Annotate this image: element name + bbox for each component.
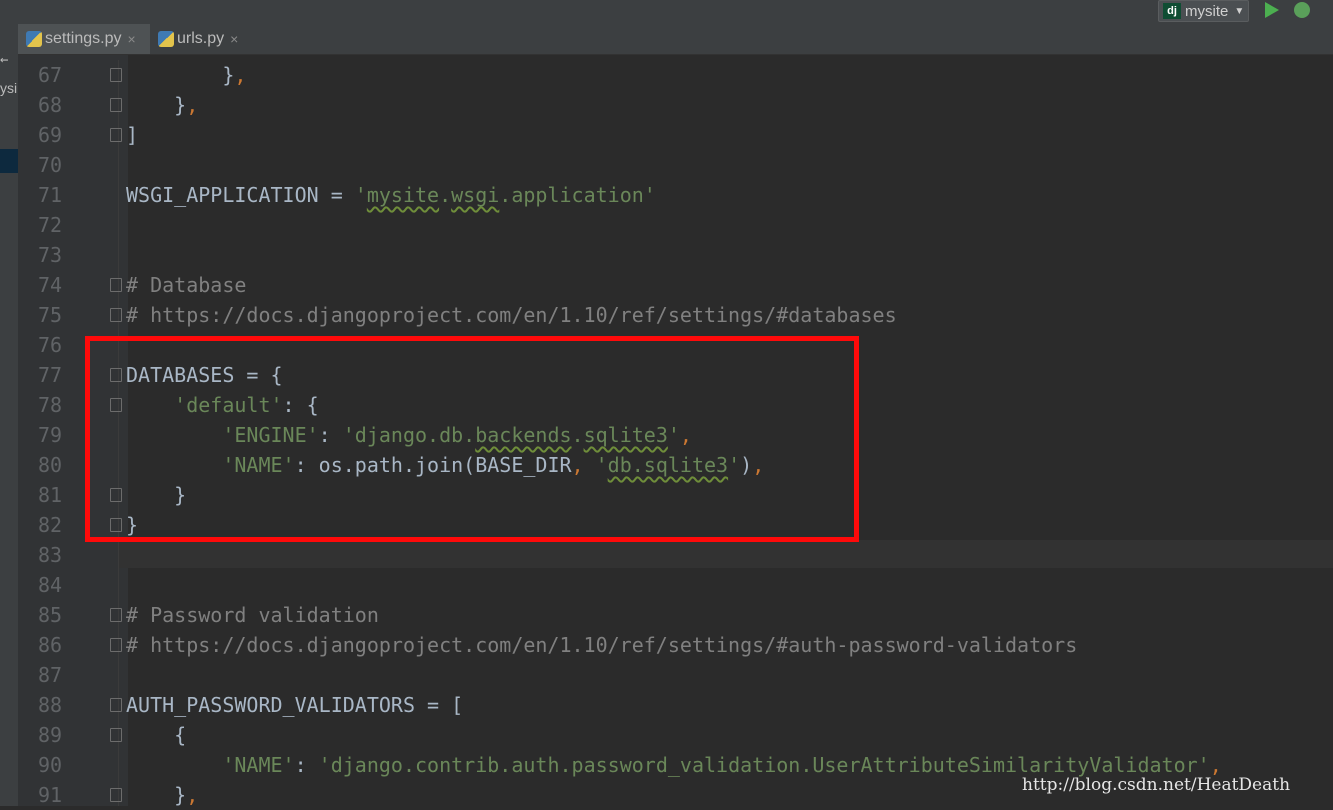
code-text: WSGI_APPLICATION = 'mysite.wsgi.applicat… <box>126 183 656 207</box>
run-configuration-dropdown[interactable]: dj mysite ▼ <box>1158 0 1250 22</box>
top-toolbar: dj mysite ▼ <box>0 0 1333 24</box>
chevron-down-icon: ▼ <box>1234 5 1245 17</box>
code-text: # https://docs.djangoproject.com/en/1.10… <box>126 633 1078 657</box>
line-number: 69 <box>38 123 63 147</box>
code-text: }, <box>126 63 247 87</box>
close-icon[interactable]: × <box>127 31 135 47</box>
line-number: 85 <box>38 603 63 627</box>
code-text: AUTH_PASSWORD_VALIDATORS = [ <box>126 693 464 717</box>
fold-marker-icon[interactable] <box>110 698 122 712</box>
tab-label: urls.py <box>177 30 225 47</box>
code-line-74[interactable]: 74 # Database <box>0 270 1315 300</box>
code-line-89[interactable]: 89 { <box>0 720 1315 750</box>
line-number: 86 <box>38 633 63 657</box>
tab-settings-py[interactable]: settings.py × <box>18 24 150 54</box>
code-line-71[interactable]: 71 WSGI_APPLICATION = 'mysite.wsgi.applic… <box>0 180 1315 210</box>
code-text: # https://docs.djangoproject.com/en/1.10… <box>126 303 897 327</box>
line-number: 68 <box>38 93 63 117</box>
code-line-83[interactable]: 83 <box>0 540 1315 570</box>
fold-marker-icon[interactable] <box>110 728 122 742</box>
line-number: 90 <box>38 753 63 777</box>
line-number: 89 <box>38 723 63 747</box>
editor-tab-bar: settings.py × urls.py × <box>18 24 1333 55</box>
debug-icon[interactable] <box>1294 2 1310 18</box>
line-number: 78 <box>38 393 63 417</box>
django-icon: dj <box>1163 3 1181 19</box>
line-number: 75 <box>38 303 63 327</box>
code-text: # Password validation <box>126 603 379 627</box>
annotation-highlight-box <box>85 336 859 542</box>
line-number: 84 <box>38 573 63 597</box>
line-number: 67 <box>38 63 63 87</box>
python-file-icon <box>26 31 42 47</box>
code-line-75[interactable]: 75 # https://docs.djangoproject.com/en/1.… <box>0 300 1315 330</box>
close-icon[interactable]: × <box>230 31 238 47</box>
line-number: 80 <box>38 453 63 477</box>
tab-label: settings.py <box>45 30 122 47</box>
line-number: 81 <box>38 483 63 507</box>
code-text: ] <box>126 123 139 147</box>
code-text: # Database <box>126 273 247 297</box>
fold-marker-icon[interactable] <box>110 98 122 112</box>
code-line-86[interactable]: 86 # https://docs.djangoproject.com/en/1.… <box>0 630 1315 660</box>
line-number: 87 <box>38 663 63 687</box>
code-line-73[interactable]: 73 <box>0 240 1315 270</box>
line-number: 88 <box>38 693 63 717</box>
line-number: 76 <box>38 333 63 357</box>
tab-urls-py[interactable]: urls.py × <box>150 24 260 54</box>
line-number: 82 <box>38 513 63 537</box>
line-number: 77 <box>38 363 63 387</box>
run-config-label: mysite <box>1185 2 1229 20</box>
python-file-icon <box>158 31 174 47</box>
code-line-85[interactable]: 85 # Password validation <box>0 600 1315 630</box>
code-text: }, <box>126 93 199 117</box>
line-number: 70 <box>38 153 63 177</box>
fold-marker-icon[interactable] <box>110 68 122 82</box>
line-number: 73 <box>38 243 63 267</box>
code-line-69[interactable]: 69] <box>0 120 1315 150</box>
watermark: http://blog.csdn.net/HeatDeath <box>1022 775 1291 795</box>
fold-marker-icon[interactable] <box>110 608 122 622</box>
code-line-68[interactable]: 68 }, <box>0 90 1315 120</box>
code-line-87[interactable]: 87 <box>0 660 1315 690</box>
line-number: 71 <box>38 183 63 207</box>
fold-marker-icon[interactable] <box>110 278 122 292</box>
code-line-84[interactable]: 84 <box>0 570 1315 600</box>
line-number: 74 <box>38 273 63 297</box>
fold-marker-icon[interactable] <box>110 128 122 142</box>
line-number: 72 <box>38 213 63 237</box>
code-line-70[interactable]: 70 <box>0 150 1315 180</box>
run-icon[interactable] <box>1265 2 1279 18</box>
code-line-88[interactable]: 88 AUTH_PASSWORD_VALIDATORS = [ <box>0 690 1315 720</box>
fold-marker-icon[interactable] <box>110 638 122 652</box>
code-line-67[interactable]: 67 }, <box>0 60 1315 90</box>
fold-marker-icon[interactable] <box>110 788 122 802</box>
line-number: 79 <box>38 423 63 447</box>
code-text: { <box>126 723 187 747</box>
code-line-72[interactable]: 72 <box>0 210 1315 240</box>
fold-marker-icon[interactable] <box>110 308 122 322</box>
line-number: 83 <box>38 543 63 567</box>
